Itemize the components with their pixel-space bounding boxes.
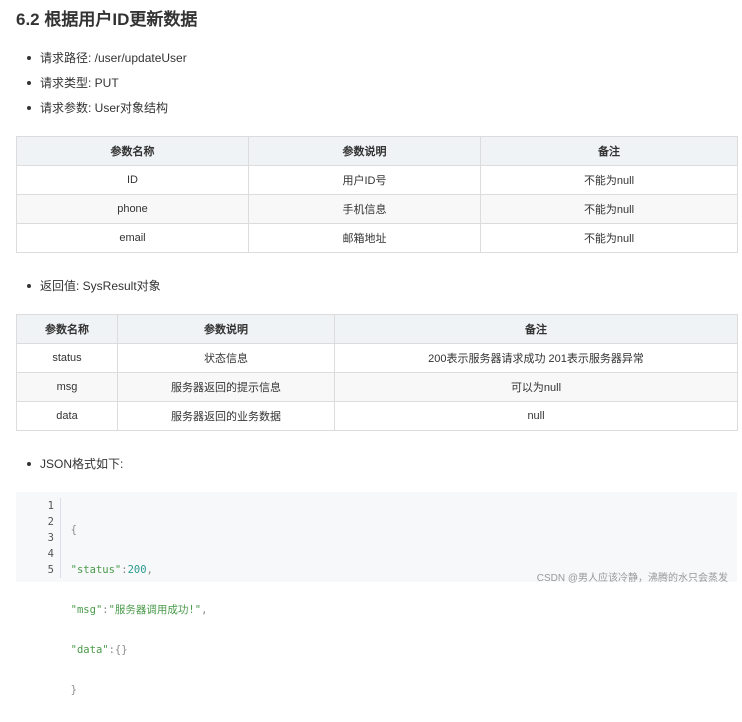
code-lines: { "status":200, "msg":"服务器调用成功!", "data"…	[58, 498, 208, 722]
request-type-item: 请求类型: PUT	[26, 75, 187, 91]
json-value: {}	[114, 644, 128, 656]
line-number: 2	[47, 516, 54, 528]
line-number: 1	[47, 500, 54, 512]
request-info-list: 请求路径: /user/updateUser 请求类型: PUT 请求参数: U…	[26, 50, 187, 116]
section-heading: 6.2 根据用户ID更新数据	[16, 10, 198, 29]
table-row: status 状态信息 200表示服务器请求成功 201表示服务器异常	[16, 343, 738, 373]
brace: {	[70, 524, 77, 536]
return-value-item: 返回值: SysResult对象	[26, 278, 161, 294]
line-number-gutter: 1 2 3 4 5	[16, 498, 61, 578]
header-param-desc: 参数说明	[248, 136, 481, 166]
table-cell: email	[16, 223, 249, 253]
header-param-name: 参数名称	[16, 314, 118, 344]
table-cell: phone	[16, 194, 249, 224]
table-cell: 服务器返回的业务数据	[117, 401, 335, 431]
table-cell: 邮箱地址	[248, 223, 481, 253]
line-number: 4	[47, 548, 54, 560]
table-row: data 服务器返回的业务数据 null	[16, 401, 738, 431]
code-line: }	[58, 682, 207, 698]
code-line: "status":200,	[58, 562, 207, 578]
json-format-item: JSON格式如下:	[26, 456, 123, 472]
table-row: email 邮箱地址 不能为null	[16, 223, 738, 253]
return-info-list: 返回值: SysResult对象	[26, 278, 161, 294]
header-remark: 备注	[480, 136, 738, 166]
table-header-row: 参数名称 参数说明 备注	[16, 314, 738, 344]
code-line: "msg":"服务器调用成功!",	[58, 602, 208, 618]
table-cell: 服务器返回的提示信息	[117, 372, 335, 402]
params-table: 参数名称 参数说明 备注 ID 用户ID号 不能为null phone 手机信息…	[16, 136, 738, 253]
header-remark: 备注	[334, 314, 738, 344]
json-tail: ,	[201, 604, 208, 616]
table-cell: ID	[16, 165, 249, 195]
table-row: ID 用户ID号 不能为null	[16, 165, 738, 195]
header-param-desc: 参数说明	[117, 314, 335, 344]
result-table: 参数名称 参数说明 备注 status 状态信息 200表示服务器请求成功 20…	[16, 314, 738, 431]
csdn-watermark: CSDN @男人应该冷静，沸腾的水只会蒸发	[536, 573, 728, 584]
request-params-item: 请求参数: User对象结构	[26, 100, 187, 116]
table-cell: data	[16, 401, 118, 431]
table-cell: 不能为null	[480, 194, 738, 224]
table-cell: null	[334, 401, 738, 431]
request-path-item: 请求路径: /user/updateUser	[26, 50, 187, 66]
json-key: "data"	[70, 644, 109, 656]
json-value: 200	[127, 564, 147, 576]
code-line: "data":{}	[58, 642, 207, 658]
code-line: {	[58, 522, 207, 538]
json-format-list: JSON格式如下:	[26, 456, 123, 472]
header-param-name: 参数名称	[16, 136, 249, 166]
json-tail: ,	[146, 564, 153, 576]
table-cell: 状态信息	[117, 343, 335, 373]
table-header-row: 参数名称 参数说明 备注	[16, 136, 738, 166]
line-number: 5	[47, 564, 54, 576]
json-value: "服务器调用成功!"	[108, 604, 202, 616]
table-cell: status	[16, 343, 118, 373]
table-cell: 不能为null	[480, 223, 738, 253]
table-row: msg 服务器返回的提示信息 可以为null	[16, 372, 738, 402]
table-row: phone 手机信息 不能为null	[16, 194, 738, 224]
table-cell: 200表示服务器请求成功 201表示服务器异常	[334, 343, 738, 373]
line-number: 3	[47, 532, 54, 544]
table-cell: 可以为null	[334, 372, 738, 402]
table-cell: 手机信息	[248, 194, 481, 224]
table-cell: 用户ID号	[248, 165, 481, 195]
brace: }	[70, 684, 77, 696]
table-cell: 不能为null	[480, 165, 738, 195]
table-cell: msg	[16, 372, 118, 402]
json-key: "msg"	[70, 604, 103, 616]
json-key: "status"	[70, 564, 122, 576]
